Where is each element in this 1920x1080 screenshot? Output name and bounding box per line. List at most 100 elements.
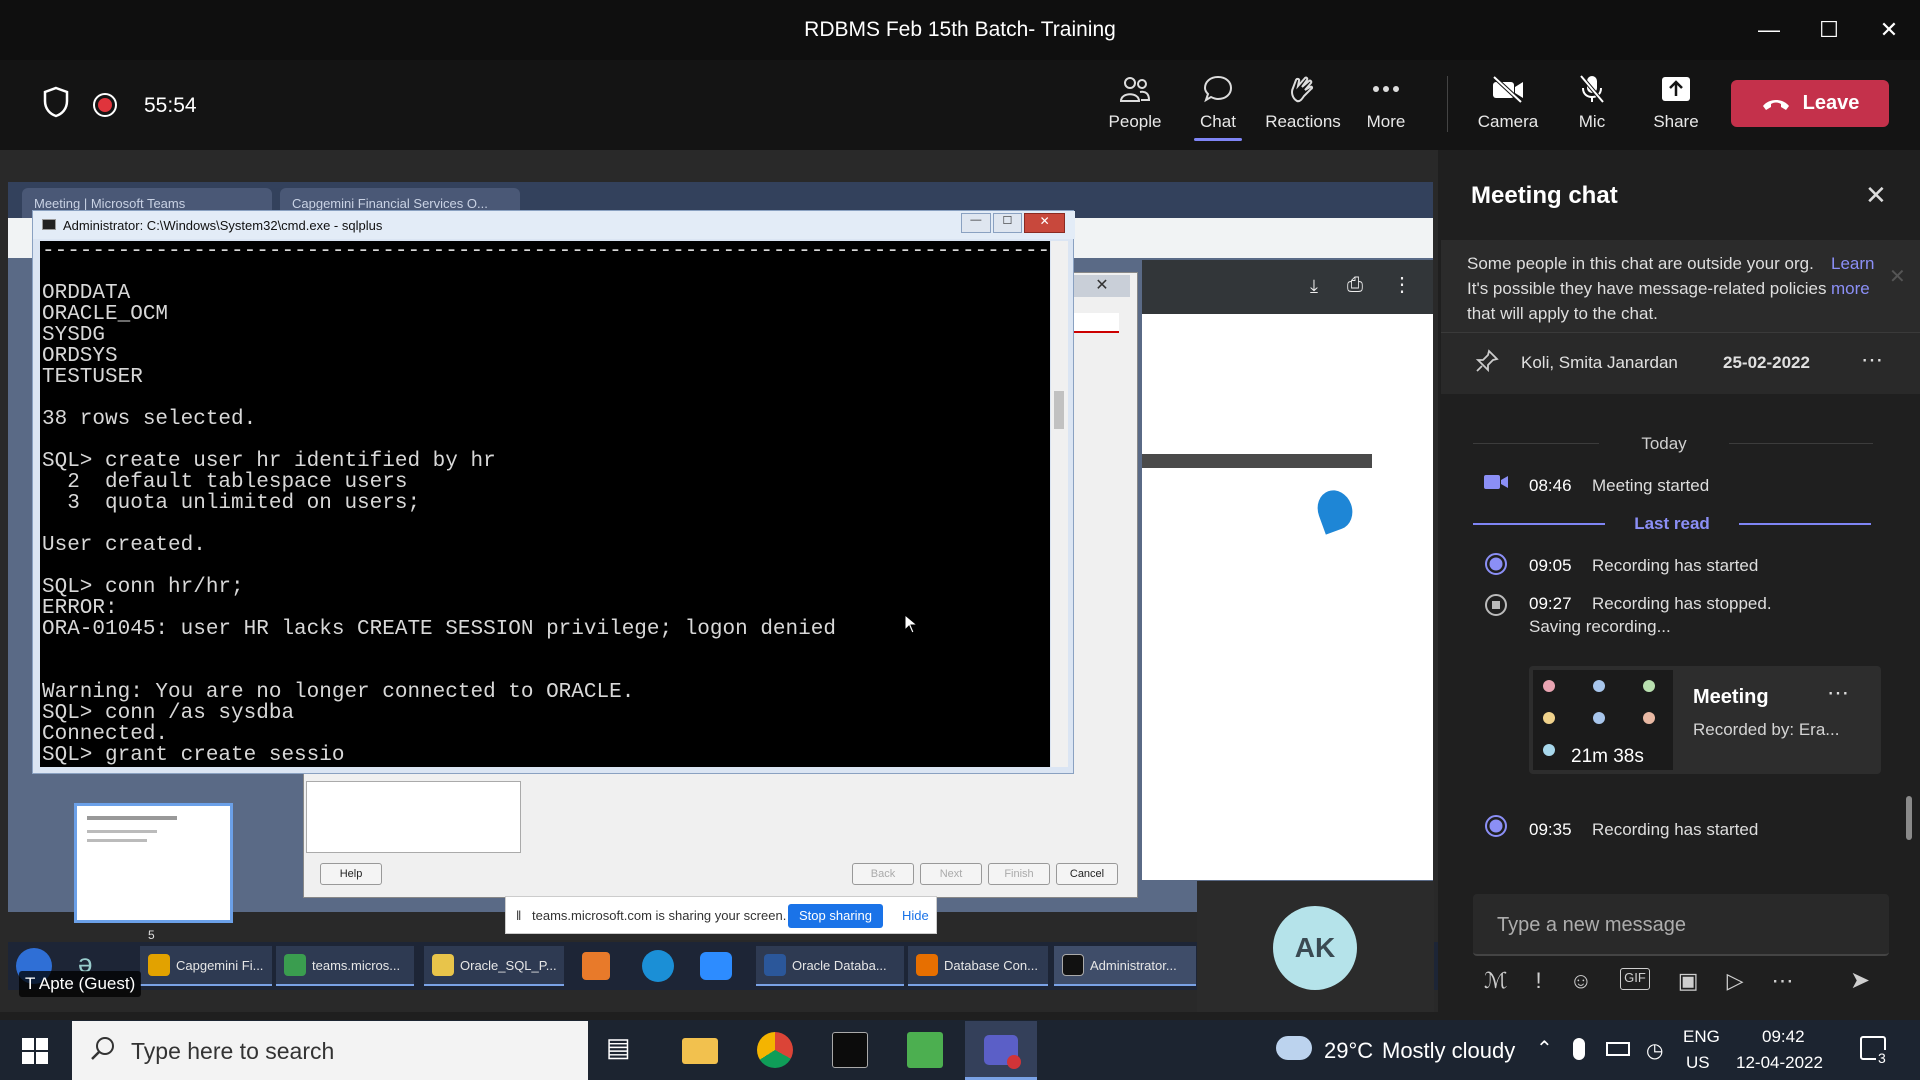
share-icon xyxy=(1662,77,1690,101)
help-button[interactable]: Help xyxy=(320,863,382,885)
cancel-button[interactable]: Cancel xyxy=(1056,863,1118,885)
next-button[interactable]: Next xyxy=(920,863,982,885)
clock-time[interactable]: 09:42 xyxy=(1762,1027,1805,1047)
remote-task-chrome-capgemini[interactable]: Capgemini Fi... xyxy=(140,946,272,986)
scrollbar-thumb[interactable] xyxy=(1054,391,1064,429)
language-bottom[interactable]: US xyxy=(1686,1053,1710,1073)
terminal-icon[interactable] xyxy=(832,1032,868,1068)
schedule-send-icon[interactable]: ▷ xyxy=(1727,968,1744,994)
minimize-button[interactable]: — xyxy=(1749,12,1789,48)
media-player-icon[interactable] xyxy=(582,952,610,980)
event-text-secondary: Saving recording... xyxy=(1529,617,1671,636)
console-output[interactable]: ----------------------------------------… xyxy=(40,241,1050,767)
leave-button[interactable]: Leave xyxy=(1731,80,1889,127)
more-button[interactable]: More xyxy=(1346,74,1426,132)
pin-icon xyxy=(1475,349,1499,378)
event-time: 08:46 xyxy=(1529,476,1572,495)
chevron-up-icon[interactable]: ⌃ xyxy=(1536,1036,1553,1061)
console-scrollbar[interactable] xyxy=(1051,241,1068,767)
weather-text[interactable]: Mostly cloudy xyxy=(1382,1038,1515,1064)
people-button[interactable]: People xyxy=(1095,74,1175,132)
stop-sharing-button[interactable]: Stop sharing xyxy=(788,904,883,928)
chrome-icon xyxy=(284,954,306,976)
chat-panel-title: Meeting chat xyxy=(1471,182,1618,209)
emoji-icon[interactable]: ☺ xyxy=(1570,968,1592,994)
maximize-button[interactable]: ☐ xyxy=(1809,12,1849,48)
share-label: Share xyxy=(1653,112,1699,131)
clock-date[interactable]: 12-04-2022 xyxy=(1736,1053,1823,1073)
message-composer[interactable]: Type a new message xyxy=(1473,894,1889,956)
app-icon[interactable] xyxy=(907,1032,943,1068)
recording-more-icon[interactable]: ⋯ xyxy=(1827,680,1849,706)
send-icon[interactable]: ➤ xyxy=(1850,966,1870,995)
remote-task-folder[interactable]: Oracle_SQL_P... xyxy=(424,946,564,986)
back-button[interactable]: Back xyxy=(852,863,914,885)
remote-task-java[interactable]: Database Con... xyxy=(908,946,1048,986)
search-placeholder: Type here to search xyxy=(131,1038,335,1064)
slide-thumbnail[interactable] xyxy=(74,803,233,923)
learn-more-link[interactable]: Learn more xyxy=(1831,251,1887,301)
gif-icon[interactable]: GIF xyxy=(1620,968,1650,990)
language-top[interactable]: ENG xyxy=(1683,1027,1720,1047)
microphone-icon[interactable] xyxy=(1573,1038,1585,1060)
file-explorer-icon[interactable] xyxy=(682,1038,718,1064)
important-icon[interactable]: ! xyxy=(1536,968,1542,994)
cmd-maximize-button[interactable]: ☐ xyxy=(992,213,1023,233)
meeting-toolbar: 55:54 People Chat Reactions More Camera … xyxy=(0,60,1920,150)
camera-button[interactable]: Camera xyxy=(1468,74,1548,132)
pinned-date: 25-02-2022 xyxy=(1723,353,1810,372)
mic-button[interactable]: Mic xyxy=(1552,74,1632,132)
reactions-button[interactable]: Reactions xyxy=(1263,74,1343,132)
print-icon[interactable]: ⎙ xyxy=(1347,274,1363,297)
weather-icon[interactable] xyxy=(1276,1036,1312,1060)
remote-task-chrome-teams[interactable]: teams.micros... xyxy=(276,946,414,986)
teams-taskbar-button[interactable] xyxy=(965,1021,1037,1080)
task-label: Database Con... xyxy=(944,957,1038,973)
word-icon xyxy=(764,954,786,976)
more-label: More xyxy=(1366,112,1406,131)
chrome-icon[interactable] xyxy=(757,1032,793,1068)
task-view-icon[interactable]: ▤ xyxy=(606,1032,642,1068)
remote-task-cmd[interactable]: Administrator... xyxy=(1054,946,1196,986)
recording-card[interactable]: 21m 38s Meeting Recorded by: Era... ⋯ xyxy=(1529,666,1881,774)
close-chat-icon[interactable]: ✕ xyxy=(1865,180,1887,211)
windows-start-icon[interactable] xyxy=(22,1038,48,1069)
notice-text: Some people in this chat are outside you… xyxy=(1467,254,1827,323)
composer-placeholder: Type a new message xyxy=(1497,914,1686,936)
cmd-minimize-button[interactable]: — xyxy=(961,213,991,233)
window-title: RDBMS Feb 15th Batch- Training xyxy=(804,18,1116,41)
event-text: Recording has started xyxy=(1592,820,1759,839)
participant-tile[interactable]: AK xyxy=(1197,881,1434,1012)
hide-link[interactable]: Hide xyxy=(902,908,929,923)
wizard-left-panel xyxy=(306,781,521,853)
battery-icon[interactable] xyxy=(1606,1042,1630,1056)
slide-number: 5 xyxy=(148,928,155,942)
recording-duration: 21m 38s xyxy=(1571,746,1644,767)
mic-off-icon xyxy=(1579,74,1605,104)
logo-icon xyxy=(1312,485,1358,535)
notice-grip-icon: ‖ xyxy=(516,908,522,923)
finish-button[interactable]: Finish xyxy=(988,863,1050,885)
pdf-viewer-toolbar: ⤓ ⎙ ⋮ xyxy=(1142,260,1433,314)
sticker-icon[interactable]: ▣ xyxy=(1678,968,1699,994)
wizard-close-icon[interactable]: ✕ xyxy=(1074,275,1130,297)
task-label: Capgemini Fi... xyxy=(176,957,264,973)
close-button[interactable]: ✕ xyxy=(1869,12,1909,48)
share-button[interactable]: Share xyxy=(1636,74,1716,132)
dismiss-notice-icon[interactable]: ✕ xyxy=(1889,264,1906,289)
cmd-close-button[interactable]: ✕ xyxy=(1024,213,1065,233)
remote-task-word[interactable]: Oracle Databa... xyxy=(756,946,904,986)
weather-temp[interactable]: 29°C xyxy=(1324,1038,1373,1064)
zoom-icon[interactable] xyxy=(700,952,732,980)
download-icon[interactable]: ⤓ xyxy=(1310,276,1318,297)
pinned-more-icon[interactable]: ⋯ xyxy=(1861,347,1883,373)
format-icon[interactable]: ℳ xyxy=(1484,968,1508,994)
pinned-message[interactable]: Koli, Smita Janardan 25-02-2022 ⋯ xyxy=(1441,332,1920,394)
edge-icon[interactable] xyxy=(642,950,674,982)
more-options-icon[interactable]: ⋯ xyxy=(1772,968,1794,994)
chat-scrollbar[interactable] xyxy=(1906,796,1912,840)
taskbar-search[interactable]: Type here to search xyxy=(72,1021,588,1080)
kebab-menu-icon[interactable]: ⋮ xyxy=(1392,272,1412,297)
wifi-icon[interactable]: ◷ xyxy=(1646,1038,1663,1063)
chat-button[interactable]: Chat xyxy=(1178,74,1258,141)
